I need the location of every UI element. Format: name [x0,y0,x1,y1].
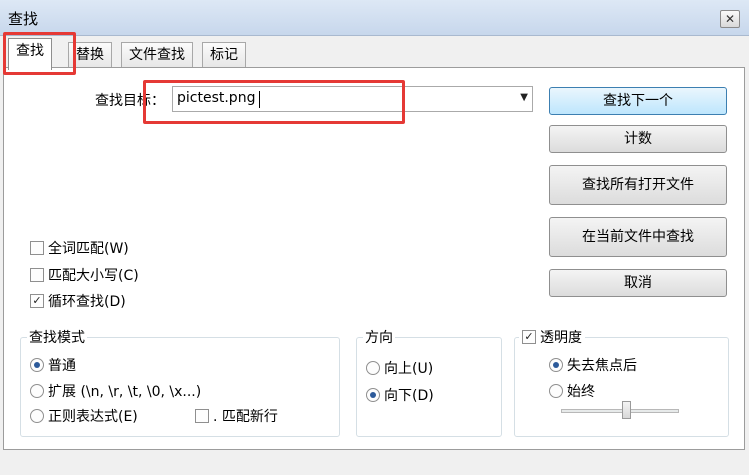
count-button[interactable]: 计数 [549,125,727,153]
whole-word-checkbox[interactable] [30,241,44,255]
mode-extended-radio[interactable] [30,384,44,398]
close-button[interactable]: ✕ [720,10,740,28]
always-radio[interactable] [549,384,563,398]
transparency-slider-track[interactable] [561,409,679,413]
direction-up-label: 向上(U) [384,361,434,377]
on-lose-focus-label: 失去焦点后 [567,358,637,374]
mode-extended-option[interactable]: 扩展 (\n, \r, \t, \0, \x...) [30,381,201,401]
mode-regex-option[interactable]: 正则表达式(E) [30,406,138,426]
mode-extended-label: 扩展 (\n, \r, \t, \0, \x...) [48,384,202,400]
match-case-label: 匹配大小写(C) [48,268,139,284]
find-what-label: 查找目标： [95,93,165,109]
transparency-option[interactable]: ✓ 透明度 [519,327,585,347]
always-label: 始终 [567,384,595,400]
wrap-around-option[interactable]: ✓ 循环查找(D) [30,291,126,311]
mode-normal-label: 普通 [48,358,76,374]
always-option[interactable]: 始终 [549,381,595,401]
dialog-bottom-edge [0,452,749,475]
match-case-checkbox[interactable] [30,268,44,282]
find-next-button[interactable]: 查找下一个 [549,87,727,115]
tab-find-in-files[interactable]: 文件查找 [121,42,193,68]
find-all-open-files-button[interactable]: 查找所有打开文件 [549,165,727,205]
match-case-option[interactable]: 匹配大小写(C) [30,265,139,285]
whole-word-label: 全词匹配(W) [48,241,129,257]
on-lose-focus-option[interactable]: 失去焦点后 [549,355,637,375]
direction-down-radio[interactable] [366,388,380,402]
window-title: 查找 [8,10,39,28]
on-lose-focus-radio[interactable] [549,358,563,372]
transparency-group [514,337,729,437]
search-mode-title: 查找模式 [27,327,87,347]
dot-matches-newline-checkbox[interactable] [195,409,209,423]
direction-up-option[interactable]: 向上(U) [366,358,433,378]
transparency-slider-thumb[interactable] [622,401,631,419]
wrap-around-label: 循环查找(D) [48,294,126,310]
transparency-checkbox[interactable]: ✓ [522,330,536,344]
mode-normal-radio[interactable] [30,358,44,372]
cancel-button[interactable]: 取消 [549,269,727,297]
direction-title: 方向 [363,327,395,347]
direction-down-label: 向下(D) [384,388,434,404]
wrap-around-checkbox[interactable]: ✓ [30,294,44,308]
mode-regex-radio[interactable] [30,409,44,423]
find-in-current-file-button[interactable]: 在当前文件中查找 [549,217,727,257]
tab-find[interactable]: 查找 [8,38,52,70]
find-what-value[interactable]: pictest.png [177,90,255,106]
direction-up-radio[interactable] [366,361,380,375]
dot-matches-newline-option[interactable]: . 匹配新行 [195,406,278,426]
transparency-label: 透明度 [540,330,582,346]
mode-regex-label: 正则表达式(E) [48,409,138,425]
tab-mark[interactable]: 标记 [202,42,246,68]
direction-down-option[interactable]: 向下(D) [366,385,434,405]
title-bar: 查找 ✕ [0,0,749,36]
dot-matches-newline-label: . 匹配新行 [213,409,278,425]
mode-normal-option[interactable]: 普通 [30,355,76,375]
dropdown-arrow-icon[interactable]: ▼ [520,92,528,103]
tab-strip: 查找 替换 文件查找 标记 [0,36,749,70]
text-cursor [259,91,260,108]
tab-replace[interactable]: 替换 [68,42,112,68]
whole-word-option[interactable]: 全词匹配(W) [30,238,129,258]
find-what-combobox[interactable]: pictest.png ▼ [172,86,533,112]
